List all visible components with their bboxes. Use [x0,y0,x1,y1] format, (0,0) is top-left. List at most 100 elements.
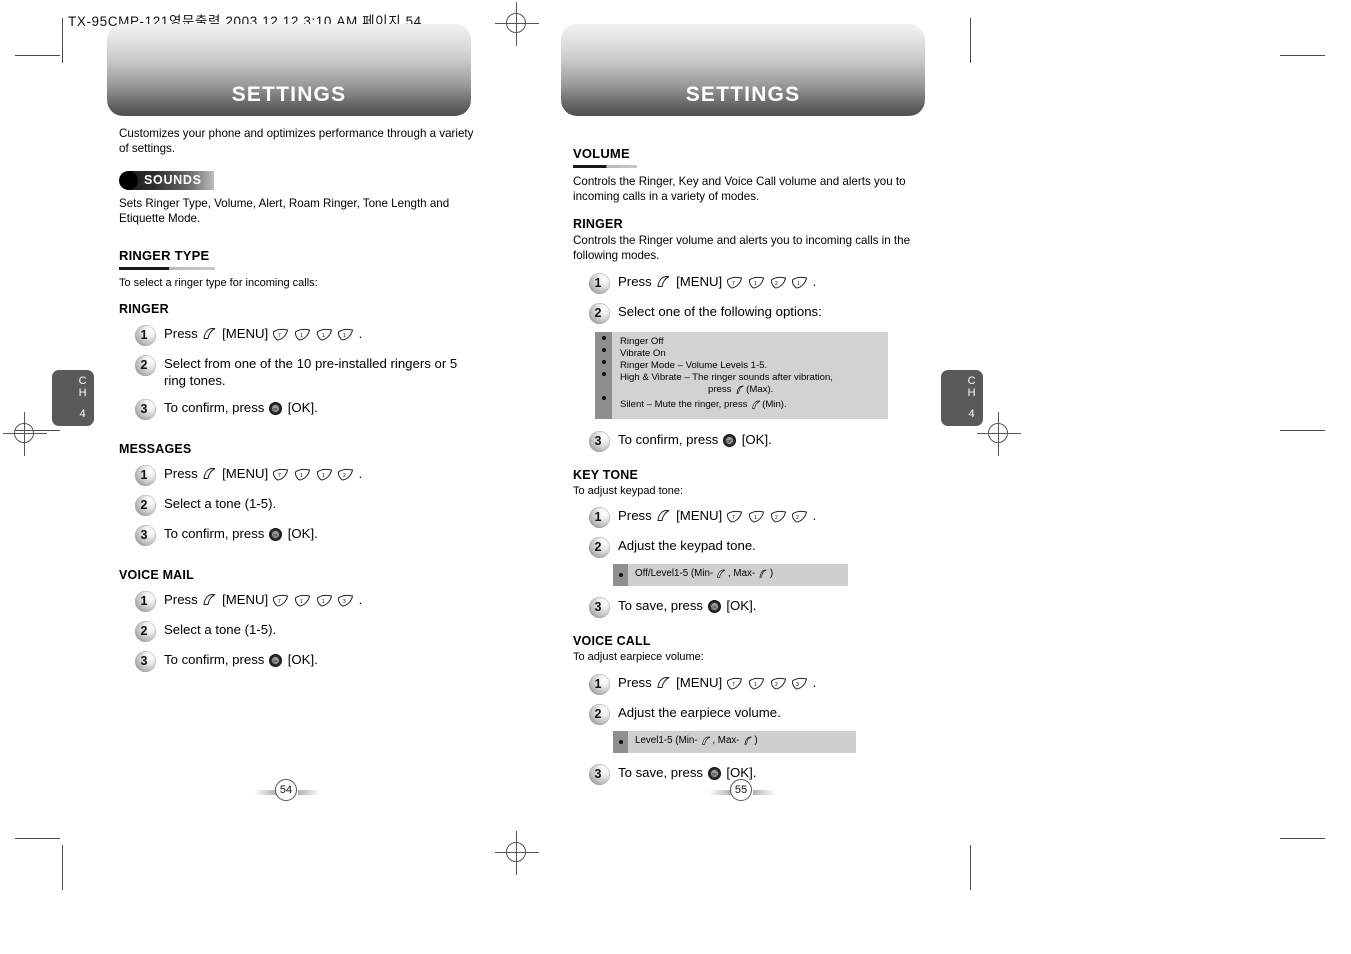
svg-text:2: 2 [775,515,778,521]
step-text: To confirm, press OK [OK]. [164,399,318,420]
step-number-badge: 3 [135,525,156,547]
volume-up-key-icon [758,569,769,583]
step-item: 1 Press [MENU] 7 1 2 3 . [573,673,939,695]
step-number-badge: 2 [135,495,156,517]
svg-text:7: 7 [278,333,281,339]
svg-text:7: 7 [732,515,735,521]
folio-left: 54 [253,779,327,803]
keypad-key-3-icon: 3 [337,594,354,612]
svg-text:7: 7 [732,682,735,688]
step-item: 1 Press [MENU] 7 1 2 1 . [573,273,939,295]
step-number-badge: 3 [589,763,610,785]
crop-mark-top-left-horizontal [15,55,60,56]
step-item: 2 Select a tone (1-5). [119,495,485,517]
options-text-column: Off/Level1-5 (Min- , Max- ) [628,564,779,586]
step-item: 3 To save, press OK [OK]. [573,597,939,619]
step-item: 2 Adjust the earpiece volume. [573,703,939,725]
bullet-icon [601,372,606,377]
section-rule [573,165,637,168]
step-text: Select a tone (1-5). [164,496,277,512]
step-text: Press [MENU] 7 1 1 2 . [164,465,362,486]
registration-mark-top-center [495,2,539,46]
svg-text:1: 1 [322,333,325,339]
svg-text:2: 2 [343,473,346,479]
page-banner-left: SETTINGS [107,24,471,116]
menu-key-icon [202,327,218,346]
step-text: To confirm, press OK [OK]. [164,525,318,546]
ringer-options-box: Ringer Off Vibrate On Ringer Mode – Volu… [595,332,888,420]
keypad-key-1-icon: 1 [316,468,333,486]
svg-text:2: 2 [775,682,778,688]
section-title-ringer-type: RINGER TYPE [119,248,210,264]
svg-text:OK: OK [711,772,717,776]
step-number-badge: 2 [589,703,610,725]
step-text: Select a tone (1-5). [164,622,277,638]
voice-call-note: To adjust earpiece volume: [573,651,704,664]
step-number-badge: 2 [589,537,610,559]
bullet-icon [601,360,606,365]
bullet-icon [601,336,606,341]
crop-mark-bottom-left-vertical [62,845,63,890]
svg-text:1: 1 [300,599,303,605]
page-number: 54 [275,779,297,801]
ok-key-icon: OK [723,434,737,452]
sounds-description: Sets Ringer Type, Volume, Alert, Roam Ri… [119,196,450,225]
step-item: 3 To confirm, press OK [OK]. [119,399,485,421]
options-bullet-column [613,730,628,753]
keypad-key-1-icon: 1 [294,468,311,486]
bullet-icon [601,348,606,353]
crop-mark-top-right-vertical [970,18,971,63]
subheading-ringer: RINGER [573,216,623,231]
crop-mark-bottom-left-horizontal [15,838,60,839]
step-number-badge: 3 [135,399,156,421]
section-title-volume: VOLUME [573,146,630,161]
menu-key-icon [656,676,672,695]
step-text: Select one of the following options: [618,304,822,320]
svg-text:1: 1 [343,333,346,339]
option-line: High & Vibrate – The ringer sounds after… [620,372,833,384]
ok-key-icon: OK [269,528,283,546]
keypad-key-7-icon: 7 [726,677,743,695]
options-bullet-column [595,332,612,420]
volume-up-key-icon [743,736,754,750]
registration-mark-right-middle [977,412,1021,456]
menu-key-icon [656,509,672,528]
step-number-badge: 2 [589,303,610,325]
ok-key-icon: OK [269,654,283,672]
badge-dot-icon [119,170,138,190]
svg-text:7: 7 [278,599,281,605]
crop-mark-right-edge [1280,430,1325,431]
svg-text:3: 3 [343,599,346,605]
subheading-messages: MESSAGES [119,442,192,457]
step-number-badge: 1 [135,325,156,347]
chapter-tab-number: 4 [968,408,975,420]
ok-key-icon: OK [707,600,721,618]
bullet-icon [618,739,623,744]
svg-text:1: 1 [322,599,325,605]
registration-mark-left-middle [3,412,47,456]
keypad-key-1-icon: 1 [748,276,765,294]
chapter-tab-label: CH [78,375,87,399]
volume-description: Controls the Ringer, Key and Voice Call … [573,175,906,204]
step-item: 2 Adjust the keypad tone. [573,537,939,559]
subheading-voice-mail: VOICE MAIL [119,568,194,583]
voice-call-option-box: Level1-5 (Min- , Max- ) [613,730,856,753]
crop-mark-top-right-horizontal [1280,55,1325,56]
step-text: To confirm, press OK [OK]. [618,431,772,452]
ok-key-icon: OK [269,402,283,420]
keypad-key-2-icon: 2 [770,510,787,528]
menu-key-icon [202,593,218,612]
svg-text:OK: OK [727,439,733,443]
option-line-continuation: press (Max). [620,384,882,399]
sounds-badge: SOUNDS [119,170,214,190]
step-text: Select from one of the 10 pre-installed … [164,356,458,389]
bullet-icon [601,396,606,401]
folio-right: 55 [708,779,782,803]
key-tone-option-box: Off/Level1-5 (Min- , Max- ) [613,564,848,587]
step-text: Press [MENU] 7 1 1 1 . [164,325,362,346]
volume-down-key-icon [716,569,727,583]
step-number-badge: 2 [135,355,156,377]
svg-text:7: 7 [732,281,735,287]
svg-text:1: 1 [322,473,325,479]
keypad-key-1-icon: 1 [316,594,333,612]
